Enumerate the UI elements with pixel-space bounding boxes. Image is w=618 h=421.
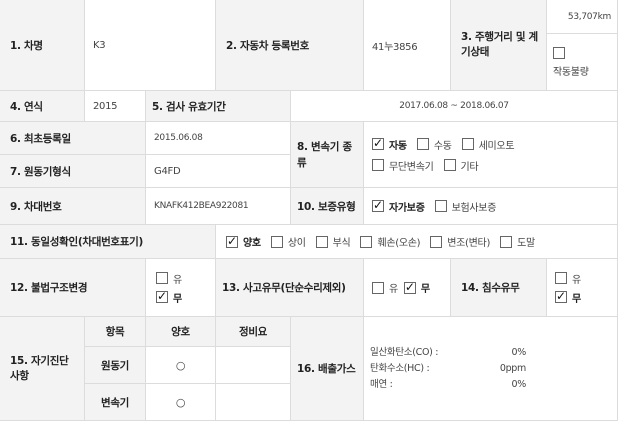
- identity-damage-checkbox[interactable]: [360, 235, 373, 248]
- warranty-self-checkbox[interactable]: [372, 198, 384, 212]
- identity-good-option[interactable]: 양호: [226, 234, 261, 249]
- hc-value: 0ppm: [499, 362, 526, 374]
- first-registration-value: 2015.06.08: [146, 122, 291, 155]
- emission-values: 일산화탄소(CO) : 0% 탄화수소(HC) : 0ppm 매연 : 0%: [364, 317, 618, 421]
- identity-check-label: 11. 동일성확인(차대번호표기): [0, 225, 216, 259]
- identity-good-checkbox[interactable]: [226, 234, 238, 248]
- diag-engine-good: ○: [146, 347, 216, 384]
- trans-auto-option[interactable]: 자동: [372, 136, 407, 152]
- accident-no-option[interactable]: 무: [403, 280, 430, 295]
- smoke-value: 0%: [511, 378, 527, 390]
- accident-options: 유 무: [364, 259, 451, 317]
- mileage-label: 3. 주행거리 및 계기상태: [451, 0, 547, 91]
- illegal-yes-option[interactable]: 유: [156, 271, 182, 286]
- warranty-insurer-option[interactable]: 보험사보증: [434, 199, 496, 214]
- identity-altered-checkbox[interactable]: [430, 235, 443, 248]
- meter-faulty-label: 작동불량: [553, 66, 589, 78]
- first-registration-label: 6. 최초등록일: [0, 122, 146, 155]
- flood-yes-option[interactable]: 유: [555, 271, 581, 286]
- identity-painted-checkbox[interactable]: [500, 235, 513, 248]
- co-label: 일산화탄소(CO) :: [370, 346, 439, 358]
- trans-other-option[interactable]: 기타: [443, 158, 479, 173]
- registration-value: 41누3856: [364, 0, 451, 91]
- diag-col-good: 양호: [146, 317, 216, 347]
- car-name-value: K3: [85, 0, 216, 91]
- inspection-label: 5. 검사 유효기간: [146, 91, 291, 122]
- transmission-label: 8. 변속기 종류: [291, 122, 364, 188]
- emission-label: 16. 배출가스: [291, 317, 364, 421]
- flood-label: 14. 침수유무: [451, 259, 547, 317]
- meter-faulty-checkbox[interactable]: [553, 46, 565, 59]
- illegal-no-option[interactable]: 무: [156, 289, 182, 305]
- model-year-label: 4. 연식: [0, 91, 85, 122]
- trans-semiauto-checkbox[interactable]: [461, 138, 474, 150]
- diag-col-item: 항목: [85, 317, 146, 347]
- trans-cvt-option[interactable]: 무단변속기: [372, 158, 434, 173]
- vin-label: 9. 차대번호: [0, 188, 146, 225]
- inspection-value: 2017.06.08 ~ 2018.06.07: [291, 91, 618, 122]
- meter-status: 작동불량: [547, 34, 618, 91]
- vin-value: KNAFK412BEA922081: [146, 188, 291, 225]
- transmission-options: 자동 수동 세미오토 무단변속기 기타: [364, 122, 618, 188]
- trans-manual-option[interactable]: 수동: [416, 137, 452, 152]
- identity-corrosion-checkbox[interactable]: [315, 235, 328, 248]
- trans-semiauto-option[interactable]: 세미오토: [461, 137, 515, 152]
- identity-mismatch-option[interactable]: 상이: [270, 234, 306, 249]
- engine-type-label: 7. 원동기형식: [0, 155, 146, 188]
- illegal-no-checkbox[interactable]: [156, 289, 168, 303]
- diag-trans-good: ○: [146, 384, 216, 421]
- warranty-self-option[interactable]: 자가보증: [372, 198, 425, 214]
- flood-options: 유 무: [547, 259, 618, 317]
- warranty-insurer-checkbox[interactable]: [434, 200, 447, 212]
- illegal-modification-options: 유 무: [146, 259, 216, 317]
- self-diagnosis-label: 15. 자기진단 사항: [0, 317, 85, 421]
- diag-engine-repair: [216, 347, 291, 384]
- trans-cvt-checkbox[interactable]: [372, 159, 384, 171]
- warranty-options: 자가보증 보험사보증: [364, 188, 618, 225]
- accident-no-checkbox[interactable]: [403, 280, 416, 294]
- flood-no-checkbox[interactable]: [555, 289, 567, 303]
- engine-type-value: G4FD: [146, 155, 291, 188]
- identity-painted-option[interactable]: 도말: [500, 234, 535, 249]
- flood-yes-checkbox[interactable]: [555, 272, 567, 284]
- diag-item-engine: 원동기: [85, 347, 146, 384]
- trans-manual-checkbox[interactable]: [416, 138, 429, 150]
- warranty-label: 10. 보증유형: [291, 188, 364, 225]
- diag-trans-repair: [216, 384, 291, 421]
- accident-label: 13. 사고유무(단순수리제외): [216, 259, 364, 317]
- illegal-modification-label: 12. 불법구조변경: [0, 259, 146, 317]
- accident-yes-option[interactable]: 유: [372, 280, 398, 295]
- identity-corrosion-option[interactable]: 부식: [315, 234, 351, 249]
- flood-no-option[interactable]: 무: [555, 289, 581, 305]
- identity-check-options: 양호 상이 부식 훼손(오손) 변조(변타) 도말: [216, 225, 618, 259]
- diag-item-transmission: 변속기: [85, 384, 146, 421]
- car-name-label: 1. 차명: [0, 0, 85, 91]
- identity-mismatch-checkbox[interactable]: [270, 235, 283, 248]
- trans-other-checkbox[interactable]: [443, 159, 456, 171]
- model-year-value: 2015: [85, 91, 146, 122]
- trans-auto-checkbox[interactable]: [372, 136, 384, 150]
- accident-yes-checkbox[interactable]: [372, 281, 384, 294]
- co-value: 0%: [511, 346, 527, 358]
- smoke-label: 매연 :: [370, 378, 393, 390]
- hc-label: 탄화수소(HC) :: [370, 362, 430, 374]
- mileage-value: 53,707km: [547, 0, 618, 34]
- registration-label: 2. 자동차 등록번호: [216, 0, 364, 91]
- identity-damage-option[interactable]: 훼손(오손): [360, 234, 421, 249]
- diag-col-repair: 정비요: [216, 317, 291, 347]
- identity-altered-option[interactable]: 변조(변타): [430, 234, 490, 249]
- illegal-yes-checkbox[interactable]: [156, 272, 168, 284]
